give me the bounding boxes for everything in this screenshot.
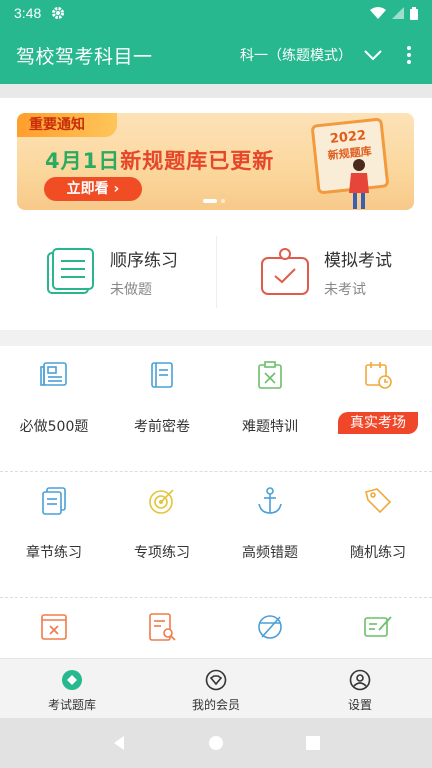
practice-status: 未考试 bbox=[324, 281, 366, 298]
tag-icon bbox=[365, 488, 392, 514]
exam-check-icon bbox=[261, 248, 309, 295]
mode-label: 科一（练题模式） bbox=[240, 48, 352, 64]
chevron-down-icon bbox=[364, 50, 382, 61]
signal-icon bbox=[392, 7, 404, 19]
practice-title: 顺序练习 bbox=[110, 250, 178, 271]
booklet-icon bbox=[151, 362, 173, 388]
wifi-icon bbox=[370, 7, 386, 19]
banner-cta-button[interactable]: 立即看 › bbox=[44, 177, 142, 201]
search-questions[interactable] bbox=[108, 598, 216, 658]
tab-membership[interactable]: 我的会员 bbox=[144, 659, 288, 718]
clipboard-x-icon bbox=[258, 361, 282, 389]
practice-status: 未做题 bbox=[110, 281, 152, 298]
no-entry-icon bbox=[258, 615, 282, 639]
grid-label: 专项练习 bbox=[134, 545, 190, 561]
gear-icon bbox=[52, 7, 65, 19]
grid-label: 必做500题 bbox=[19, 419, 89, 435]
tab-label: 我的会员 bbox=[191, 698, 240, 712]
tab-question-bank[interactable]: 考试题库 bbox=[0, 659, 144, 718]
system-nav-bar bbox=[0, 718, 432, 768]
banner-tag: 重要通知 bbox=[17, 113, 117, 137]
random-practice[interactable]: 随机练习 bbox=[324, 472, 432, 597]
app-bar: 驾校驾考科目一 科一（练题模式） bbox=[0, 26, 432, 84]
top-card: 重要通知 4月1日新规题库已更新 立即看 › 2022 新规题库 顺序练习 未做… bbox=[0, 98, 432, 330]
calendar-clock-icon bbox=[365, 362, 392, 389]
membership-icon bbox=[205, 669, 227, 691]
question-bank-icon bbox=[62, 670, 82, 690]
back-icon[interactable] bbox=[111, 735, 127, 751]
document-stack-icon bbox=[42, 487, 66, 515]
search-document-icon bbox=[149, 613, 176, 641]
frequent-mistakes[interactable]: 高频错题 bbox=[216, 472, 324, 597]
newspaper-icon bbox=[40, 362, 67, 386]
feature-grid: 必做500题 考前密卷 难题特训 真实考场 章节练习 专项练习 高频错题 随机练… bbox=[0, 346, 432, 658]
pre-exam-paper[interactable]: 考前密卷 bbox=[108, 346, 216, 471]
target-icon bbox=[149, 489, 174, 514]
edit-note-icon bbox=[364, 616, 392, 637]
grid-label: 难题特训 bbox=[242, 419, 298, 435]
wrong-book[interactable] bbox=[0, 598, 108, 658]
practice-title: 模拟考试 bbox=[324, 250, 392, 271]
real-exam-room[interactable]: 真实考场 bbox=[324, 346, 432, 471]
mode-selector[interactable]: 科一（练题模式） bbox=[240, 45, 382, 65]
more-menu-button[interactable] bbox=[402, 46, 416, 64]
battery-icon bbox=[410, 6, 418, 20]
tab-label: 考试题库 bbox=[47, 698, 96, 712]
banner-headline: 4月1日新规题库已更新 bbox=[45, 149, 275, 173]
chapter-practice[interactable]: 章节练习 bbox=[0, 472, 108, 597]
bottom-tab-bar: 考试题库 我的会员 设置 bbox=[0, 658, 432, 718]
special-practice[interactable]: 专项练习 bbox=[108, 472, 216, 597]
grid-label: 高频错题 bbox=[242, 545, 298, 561]
status-time: 3:48 bbox=[14, 5, 42, 21]
sequential-practice[interactable]: 顺序练习 未做题 bbox=[0, 236, 216, 308]
grid-row bbox=[0, 598, 432, 658]
anchor-icon bbox=[258, 487, 282, 514]
divider-strip bbox=[0, 84, 432, 98]
wrong-book-icon bbox=[41, 614, 67, 640]
grid-row: 章节练习 专项练习 高频错题 随机练习 bbox=[0, 472, 432, 598]
exclude-questions[interactable] bbox=[216, 598, 324, 658]
user-settings-icon bbox=[349, 669, 371, 691]
grid-label: 考前密卷 bbox=[134, 419, 190, 435]
real-exam-badge: 真实考场 bbox=[338, 412, 418, 434]
app-title: 驾校驾考科目一 bbox=[16, 45, 153, 68]
carousel-indicator bbox=[203, 199, 225, 203]
must-do-500[interactable]: 必做500题 bbox=[0, 346, 108, 471]
status-bar: 3:48 bbox=[0, 0, 432, 26]
status-icons bbox=[370, 6, 418, 20]
notice-banner[interactable]: 重要通知 4月1日新规题库已更新 立即看 › 2022 新规题库 bbox=[17, 113, 414, 210]
recents-icon[interactable] bbox=[305, 735, 321, 751]
vertical-divider bbox=[216, 236, 217, 308]
notes[interactable] bbox=[324, 598, 432, 658]
hard-training[interactable]: 难题特训 bbox=[216, 346, 324, 471]
home-icon[interactable] bbox=[208, 735, 224, 751]
grid-label: 随机练习 bbox=[350, 545, 406, 561]
grid-row: 必做500题 考前密卷 难题特训 真实考场 bbox=[0, 346, 432, 472]
mock-exam[interactable]: 模拟考试 未考试 bbox=[216, 236, 432, 308]
person-illustration bbox=[349, 159, 369, 209]
grid-label: 章节练习 bbox=[26, 545, 82, 561]
tab-label: 设置 bbox=[347, 698, 372, 712]
list-book-icon bbox=[47, 248, 94, 294]
tab-settings[interactable]: 设置 bbox=[288, 659, 432, 718]
